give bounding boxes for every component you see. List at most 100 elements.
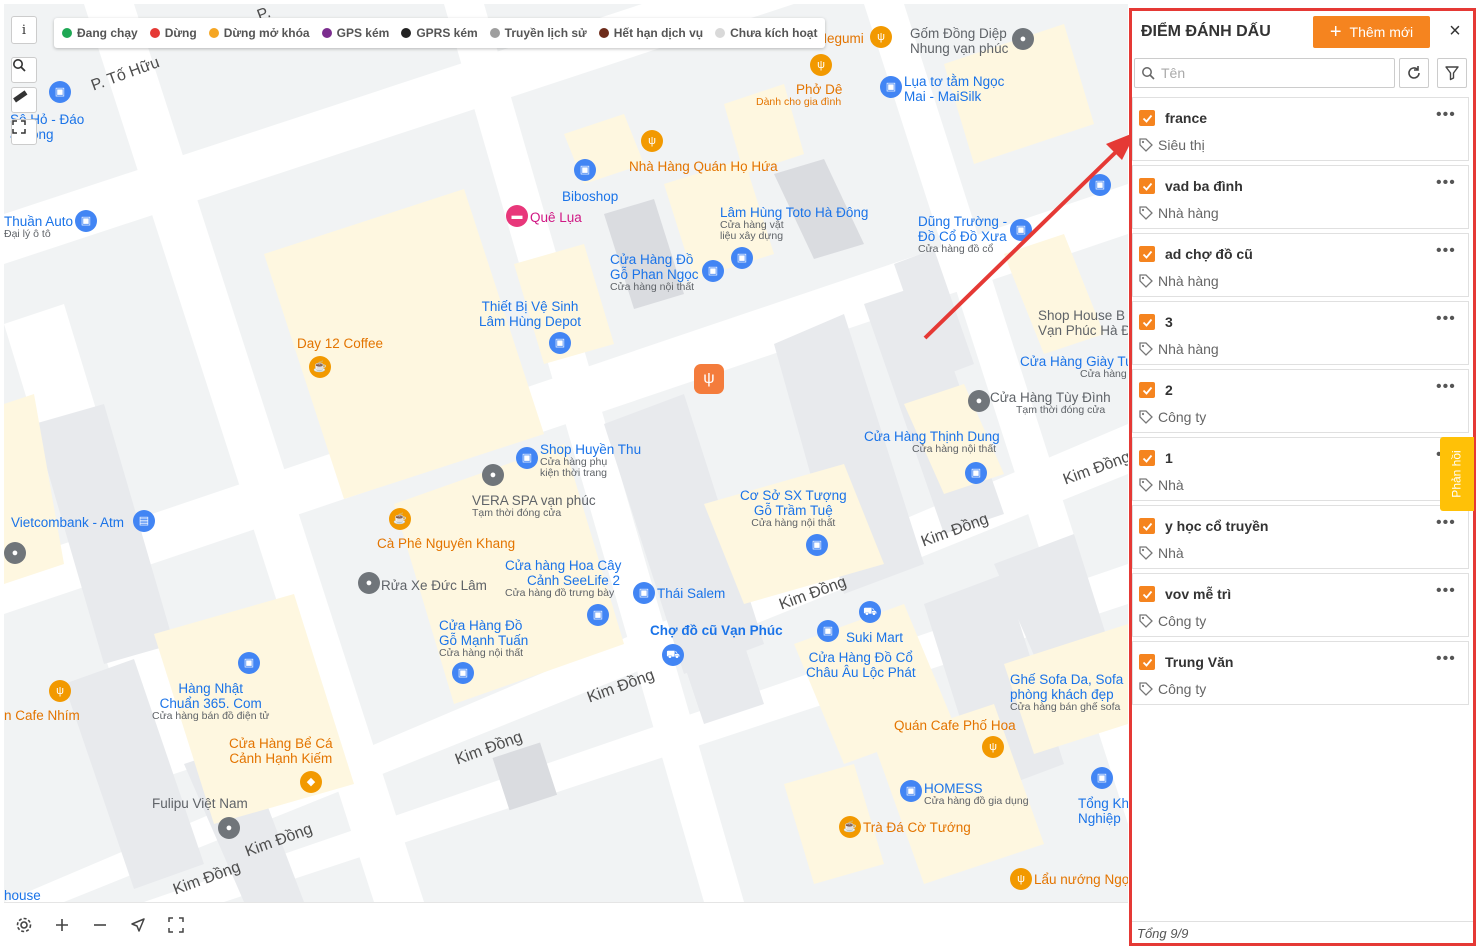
marker-checkbox[interactable]: [1139, 382, 1155, 398]
poi-manh-tuan[interactable]: Cửa Hàng Đồ Gỗ Mạnh Tuấn Cửa hàng nội thất: [439, 618, 528, 659]
poi-chau-au[interactable]: Cửa Hàng Đồ Cổ Châu Âu Lộc Phát: [806, 650, 916, 680]
close-panel-button[interactable]: ×: [1444, 20, 1466, 42]
shop-pin-icon[interactable]: ▣: [1091, 767, 1113, 789]
zoom-out-button[interactable]: [88, 913, 112, 937]
poi-que-lua[interactable]: Quê Lụa: [530, 210, 582, 225]
poi-thiet-bi-ve-sinh[interactable]: Thiết Bị Vệ Sinh Lâm Hùng Depot: [479, 299, 581, 329]
place-pin-icon[interactable]: ●: [358, 572, 380, 594]
poi-giay-tu[interactable]: Cửa Hàng Giày Tu Cửa hàng: [1020, 354, 1128, 380]
marker-checkbox[interactable]: [1139, 654, 1155, 670]
place-pin-icon[interactable]: ●: [218, 817, 240, 839]
restaurant-pin-icon[interactable]: ψ: [49, 680, 71, 702]
more-options-button[interactable]: •••: [1436, 582, 1456, 600]
shop-pin-icon[interactable]: ▣: [900, 780, 922, 802]
fullscreen-map-button[interactable]: [11, 119, 37, 145]
poi-tra-da[interactable]: Trà Đá Cờ Tướng: [863, 820, 971, 835]
poi-sofa[interactable]: Ghế Sofa Da, Sofa phòng khách đẹp Cửa hàng…: [1010, 672, 1123, 713]
poi-vietcombank[interactable]: Vietcombank - Atm: [11, 515, 124, 530]
fullscreen-button[interactable]: [164, 913, 188, 937]
add-new-button[interactable]: + Thêm mới: [1313, 16, 1430, 48]
more-options-button[interactable]: •••: [1436, 378, 1456, 396]
fish-pin-icon[interactable]: ◆: [300, 771, 322, 793]
hotel-pin-icon[interactable]: ▬: [506, 205, 528, 227]
shop-pin-icon[interactable]: ▣: [49, 81, 71, 103]
shop-pin-icon[interactable]: ▣: [880, 76, 902, 98]
marker-checkbox[interactable]: [1139, 518, 1155, 534]
poi-cho-do-cu[interactable]: Chợ đồ cũ Vạn Phúc: [650, 623, 783, 638]
map-canvas[interactable]: P. Tố Hữu P. Kim Đồng Kim Đồng Kim Đồng …: [4, 4, 1128, 902]
shop-pin-icon[interactable]: ▣: [633, 582, 655, 604]
more-options-button[interactable]: •••: [1436, 514, 1456, 532]
shop-pin-icon[interactable]: ▣: [75, 210, 97, 232]
marker-checkbox[interactable]: [1139, 450, 1155, 466]
poi-gom-dong-diep[interactable]: Gốm Đồng Diệp Nhung vạn phúc: [910, 26, 1008, 56]
shop-pin-icon[interactable]: ▣: [817, 620, 839, 642]
restaurant-pin-icon[interactable]: ψ: [982, 736, 1004, 758]
poi-lam-hung-toto[interactable]: Lâm Hùng Toto Hà Đông Cửa hàng vật liệu xâ…: [720, 205, 868, 242]
poi-hoa-cay[interactable]: Cửa hàng Hoa Cây Cảnh SeeLife 2 Cửa hàng đ…: [505, 558, 621, 599]
place-pin-icon[interactable]: ●: [4, 542, 26, 564]
poi-cafe-nhim[interactable]: n Cafe Nhím: [4, 708, 80, 723]
more-options-button[interactable]: •••: [1436, 106, 1456, 124]
more-options-button[interactable]: •••: [1436, 242, 1456, 260]
restaurant-pin-icon[interactable]: ψ: [870, 26, 892, 48]
shop-pin-icon[interactable]: ▣: [574, 159, 596, 181]
marker-checkbox[interactable]: [1139, 246, 1155, 262]
marker-checkbox[interactable]: [1139, 586, 1155, 602]
more-options-button[interactable]: •••: [1436, 174, 1456, 192]
poi-dung-truong[interactable]: Dũng Trường - Đồ Cổ Đồ Xưa Cửa hàng đồ cổ: [918, 214, 1007, 255]
place-pin-icon[interactable]: ●: [1012, 28, 1034, 50]
poi-hang-nhat[interactable]: Hàng Nhật Chuẩn 365. Com Cửa hàng bán đồ đ…: [152, 681, 269, 722]
poi-be-ca[interactable]: Cửa Hàng Bể Cá Cảnh Hạnh Kiếm: [229, 736, 333, 766]
restaurant-pin-icon[interactable]: ψ: [641, 130, 663, 152]
refresh-button[interactable]: [1399, 58, 1429, 88]
poi-thai-salem[interactable]: Thái Salem: [657, 586, 725, 601]
shop-pin-icon[interactable]: ▣: [731, 247, 753, 269]
bank-pin-icon[interactable]: ▤: [133, 510, 155, 532]
marker-checkbox[interactable]: [1139, 110, 1155, 126]
marker-search-input[interactable]: [1161, 65, 1381, 81]
poi-fulipu[interactable]: Fulipu Việt Nam: [152, 796, 248, 811]
marker-checkbox[interactable]: [1139, 314, 1155, 330]
poi-shop-house[interactable]: Shop House B Vạn Phúc Hà Đ: [1038, 308, 1128, 338]
marker-list-item[interactable]: 1•••Nhà: [1132, 437, 1469, 501]
cafe-pin-icon[interactable]: ☕: [839, 816, 861, 838]
marker-list-item[interactable]: vov mễ trì ••• Công ty: [1132, 573, 1469, 637]
cafe-pin-icon[interactable]: ☕: [389, 508, 411, 530]
marker-list-item[interactable]: ad chợ đồ cũ ••• Nhà hàng: [1132, 233, 1469, 297]
poi-nguyen-khang[interactable]: Cà Phê Nguyên Khang: [377, 536, 515, 551]
shop-pin-icon[interactable]: ▣: [516, 447, 538, 469]
marker-list-item[interactable]: 2 ••• Công ty: [1132, 369, 1469, 433]
poi-house[interactable]: house: [4, 888, 41, 902]
poi-tong-kho[interactable]: Tổng Kh Nghiệp: [1078, 796, 1128, 826]
poi-shop-huyen-thu[interactable]: Shop Huyền Thu Cửa hàng phụ kiện thời tran…: [540, 442, 641, 479]
zoom-in-button[interactable]: [50, 913, 74, 937]
poi-suki-mart[interactable]: Suki Mart: [846, 630, 903, 645]
locate-button[interactable]: [126, 913, 150, 937]
marker-list-item[interactable]: france ••• Siêu thị: [1132, 97, 1469, 161]
poi-homess[interactable]: HOMESS Cửa hàng đồ gia dụng: [924, 781, 1029, 807]
shop-pin-icon[interactable]: ▣: [1010, 219, 1032, 241]
shop-pin-icon[interactable]: ▣: [549, 332, 571, 354]
poi-day12-coffee[interactable]: Day 12 Coffee: [297, 336, 383, 351]
restaurant-pin-icon[interactable]: ψ: [810, 54, 832, 76]
shop-pin-icon[interactable]: ▣: [702, 260, 724, 282]
poi-quan-ho-hua[interactable]: Nhà Hàng Quán Họ Hứa: [629, 159, 778, 174]
marker-list-item[interactable]: y học cổ truyền ••• Nhà: [1132, 505, 1469, 569]
shop-pin-icon[interactable]: ▣: [238, 652, 260, 674]
more-options-button[interactable]: •••: [1436, 650, 1456, 668]
poi-pho-hoa[interactable]: Quán Cafe Phố Hoa: [894, 718, 1016, 733]
place-pin-icon[interactable]: ●: [482, 464, 504, 486]
poi-lua-to-tam[interactable]: Lụa tơ tằm Ngọc Mai - MaiSilk: [904, 74, 1004, 104]
poi-thuan-auto[interactable]: Thuần Auto Đại lý ô tô: [4, 214, 73, 240]
cafe-pin-icon[interactable]: ☕: [309, 356, 331, 378]
settings-button[interactable]: [12, 913, 36, 937]
more-options-button[interactable]: •••: [1436, 310, 1456, 328]
cart-pin-icon[interactable]: ⛟: [662, 644, 684, 666]
poi-thinh-dung[interactable]: Cửa Hàng Thịnh Dung Cửa hàng nội thất: [864, 429, 1000, 455]
marker-list-item[interactable]: Trung Văn ••• Công ty: [1132, 641, 1469, 705]
marker-checkbox[interactable]: [1139, 178, 1155, 194]
poi-lau-nuong[interactable]: Lẩu nướng Ngọ: [1034, 872, 1128, 887]
poi-go-phan-ngoc[interactable]: Cửa Hàng Đồ Gỗ Phan Ngọc Cửa hàng nội thất: [610, 252, 699, 293]
poi-vera-spa[interactable]: VERA SPA vạn phúc Tạm thời đóng cửa: [472, 493, 596, 519]
